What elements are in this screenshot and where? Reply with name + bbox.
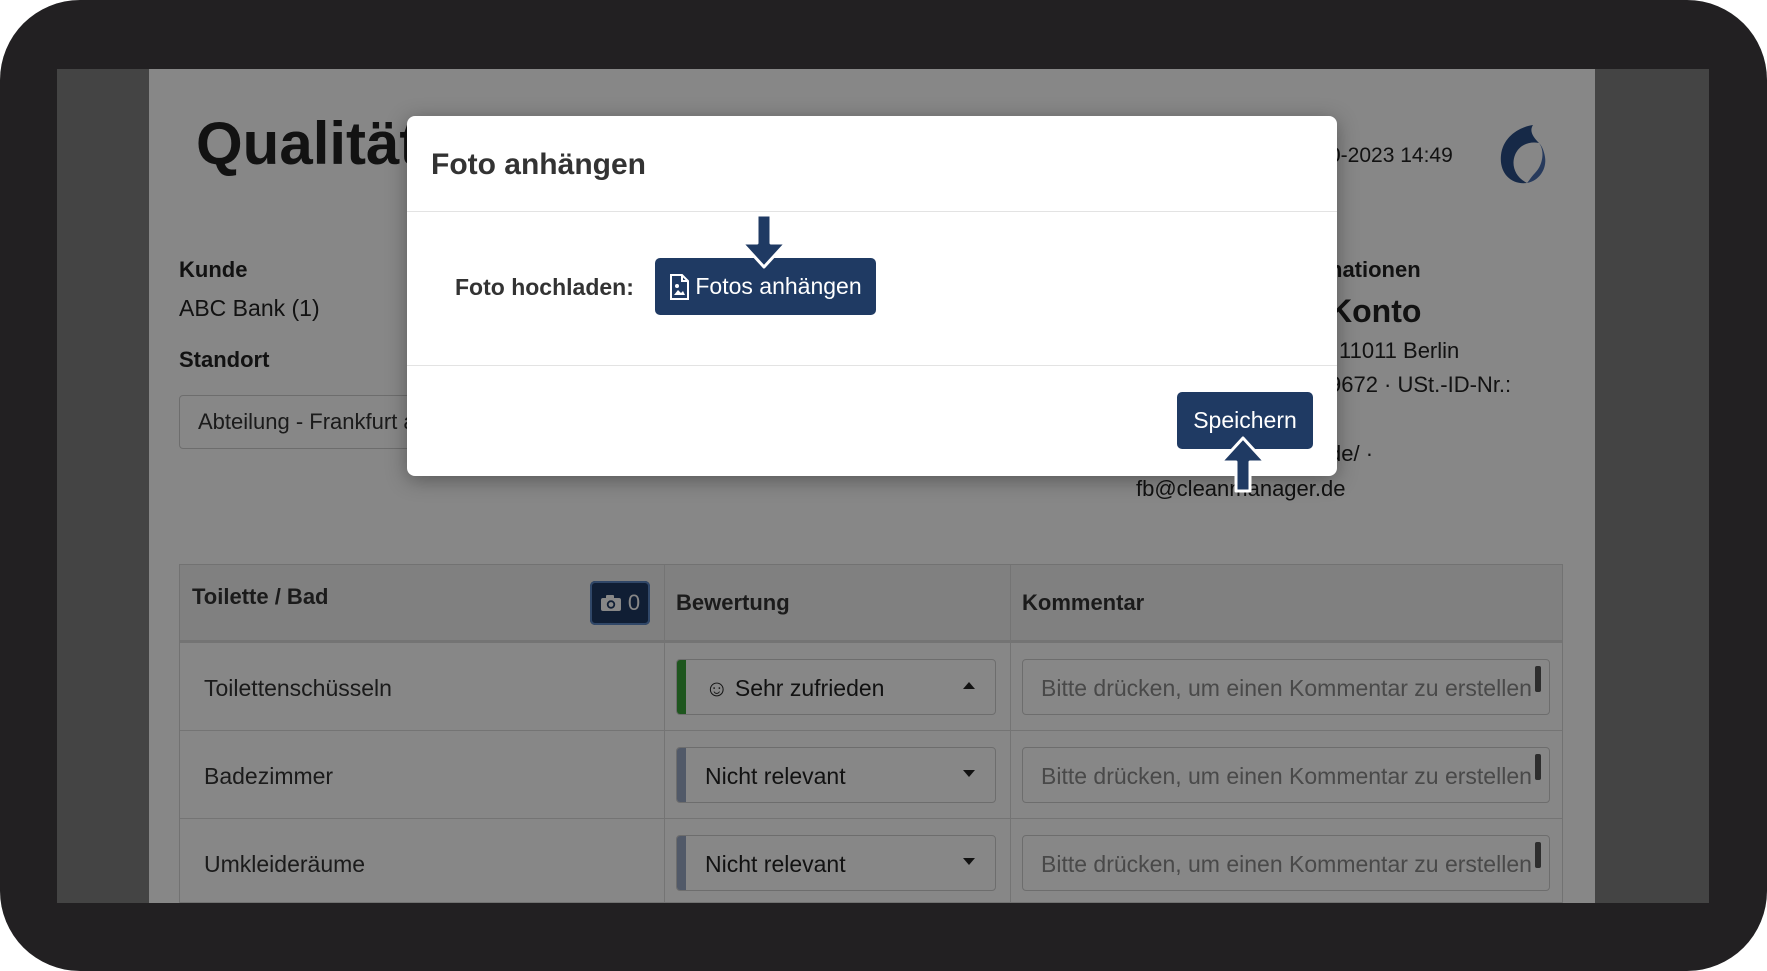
arrow-down-icon (740, 213, 788, 269)
attach-photos-label: Fotos anhängen (695, 273, 862, 299)
dialog-title: Foto anhängen (431, 148, 646, 181)
arrow-up-icon (1219, 436, 1267, 493)
upload-label: Foto hochladen: (455, 274, 634, 300)
attach-photo-dialog: Foto anhängen Foto hochladen: Fotos anhä… (407, 116, 1337, 476)
device-frame: Qualitäts 0-2023 14:49 Kunde ABC Bank (1… (0, 0, 1767, 971)
divider (407, 211, 1337, 212)
file-image-icon (670, 273, 690, 300)
divider (407, 365, 1337, 366)
